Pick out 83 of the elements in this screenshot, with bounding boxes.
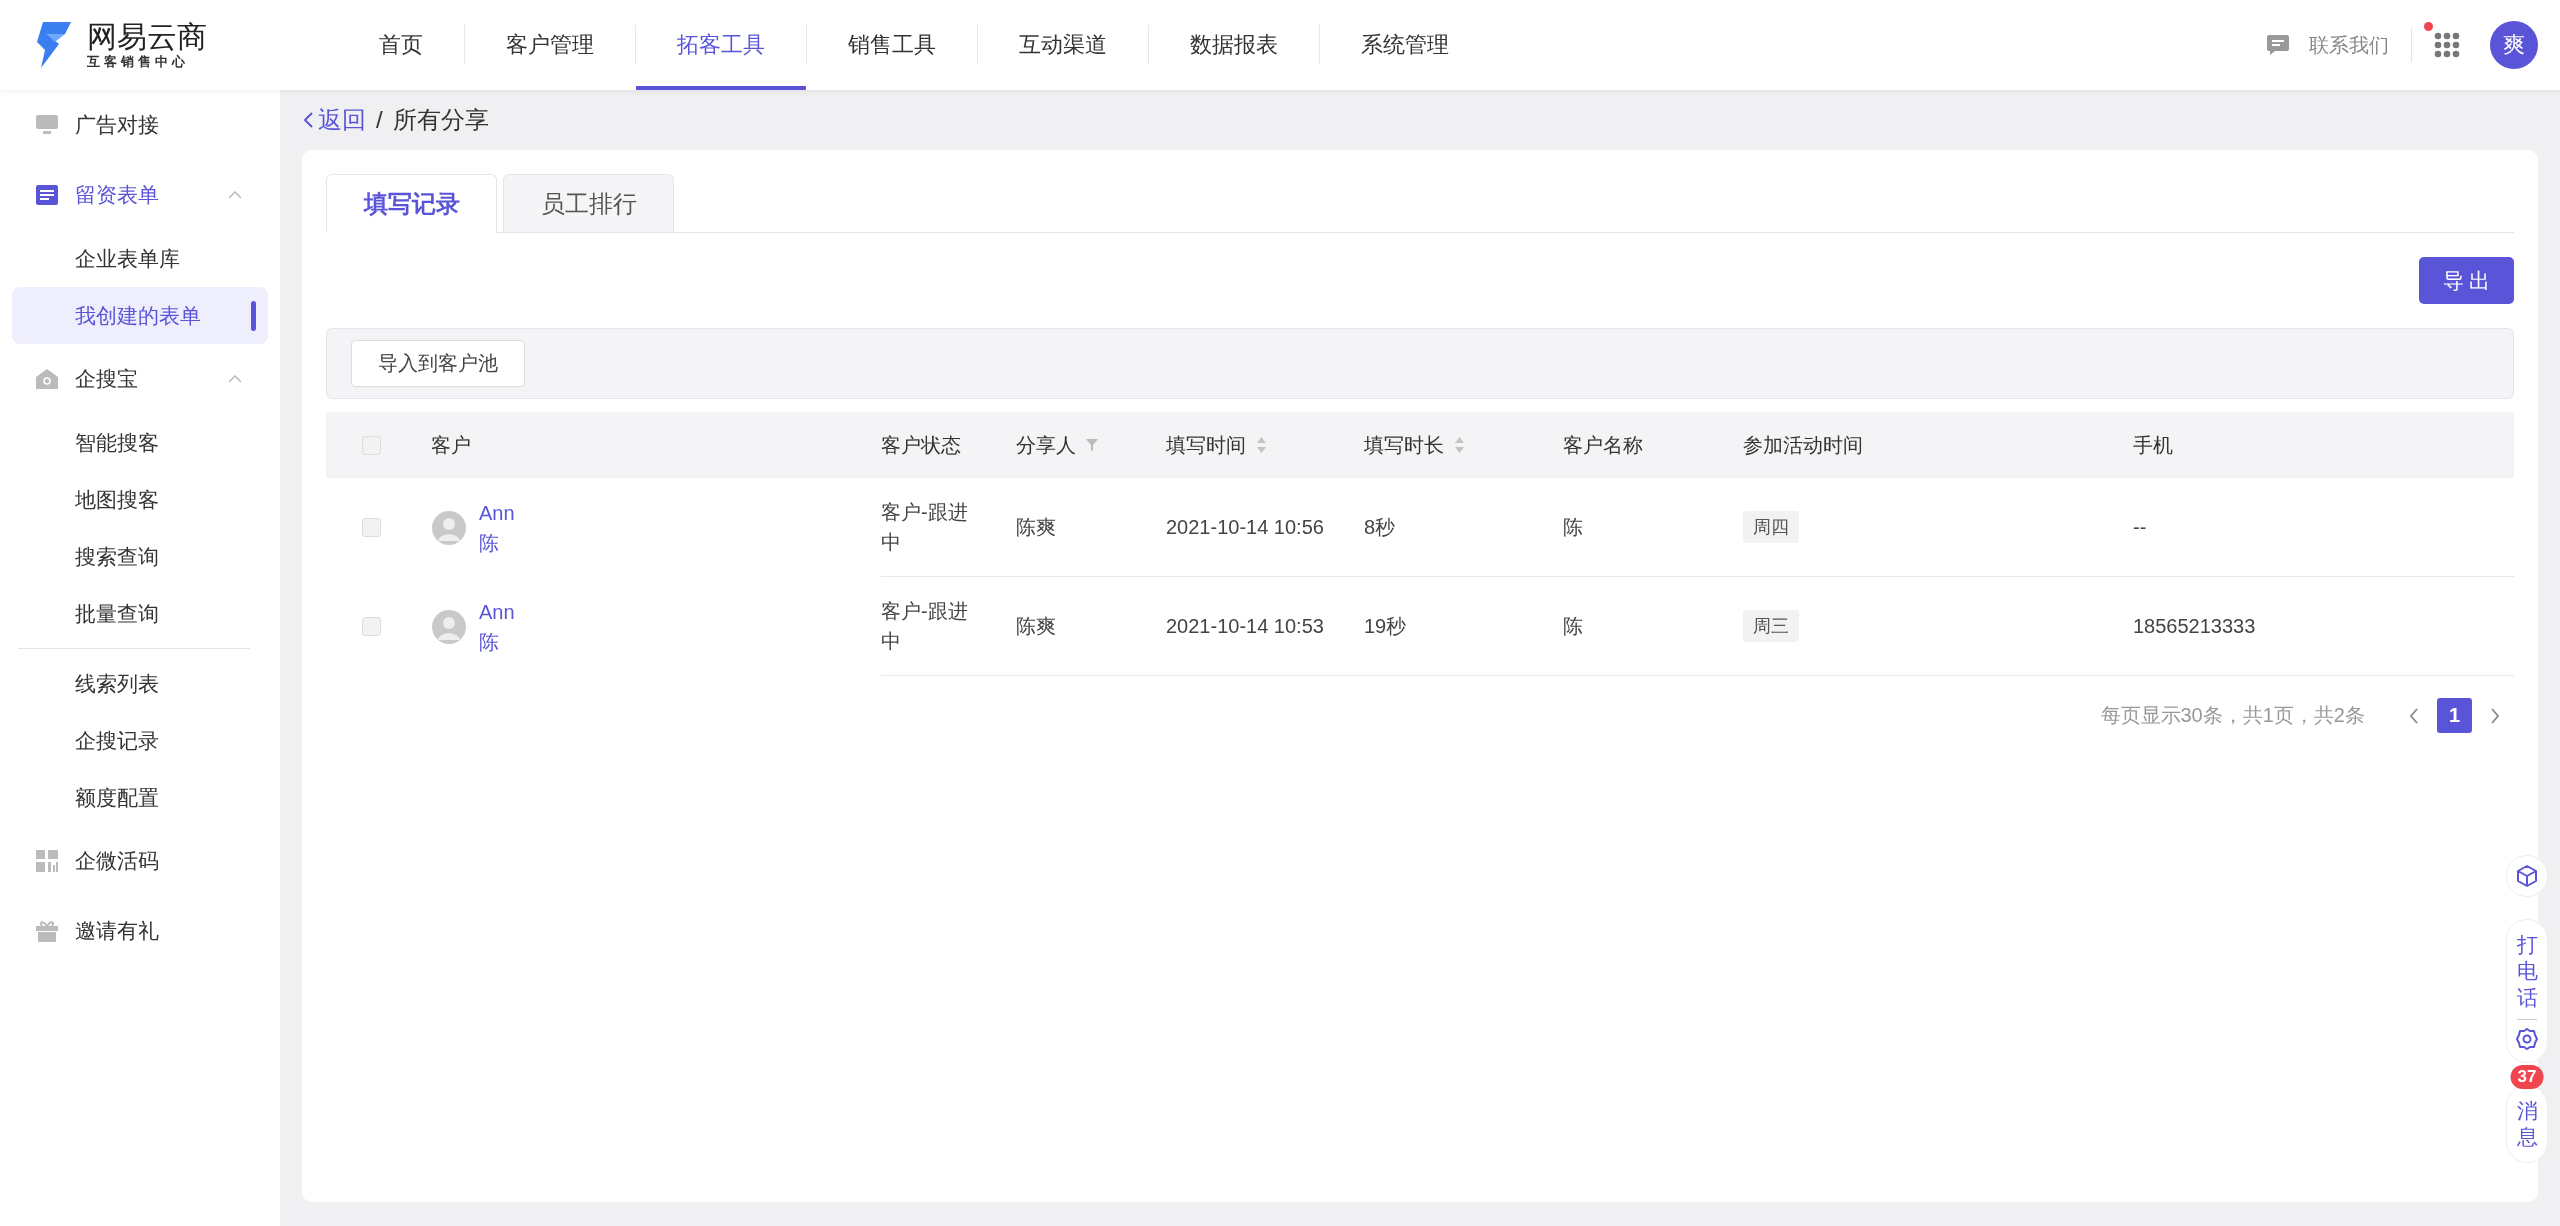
- nav-tab[interactable]: 系统管理: [1320, 0, 1490, 90]
- table-cell-text: 陈爽: [1016, 613, 1056, 639]
- pagination-summary: 每页显示30条，共1页，共2条: [2100, 703, 2365, 728]
- column-header: 客户名称: [1563, 432, 1643, 458]
- sort-icon[interactable]: [1256, 436, 1267, 454]
- breadcrumb-current: 所有分享: [392, 105, 489, 135]
- sidebar-subitem[interactable]: 批量查询: [12, 585, 268, 642]
- table-cell-text: 客户-跟进中: [881, 500, 969, 555]
- day-tag: 周三: [1743, 610, 1799, 642]
- filter-icon[interactable]: [1086, 439, 1098, 451]
- table-cell: 2021-10-14 10:56: [1166, 515, 1324, 539]
- sidebar-subitem[interactable]: 搜索查询: [12, 528, 268, 585]
- logo-subtitle: 互客销售中心: [87, 54, 190, 70]
- chevron-left-icon: [302, 111, 314, 129]
- tab[interactable]: 填写记录: [326, 174, 497, 233]
- customer-link[interactable]: 陈: [479, 626, 515, 657]
- gift-icon: [36, 920, 58, 942]
- nav-tab[interactable]: 数据报表: [1149, 0, 1319, 90]
- column-header: 参加活动时间: [1743, 432, 1863, 458]
- customer-link[interactable]: Ann: [479, 497, 515, 528]
- nav-tab[interactable]: 销售工具: [807, 0, 977, 90]
- import-button[interactable]: 导入到客户池: [351, 340, 525, 387]
- nav-tab[interactable]: 首页: [338, 0, 464, 90]
- table-cell-text: 8秒: [1364, 514, 1396, 540]
- table-cell: --: [2133, 515, 2147, 539]
- user-avatar[interactable]: 爽: [2490, 21, 2538, 69]
- avatar-icon: [431, 608, 467, 645]
- column-header: 填写时长: [1364, 432, 1444, 458]
- sidebar-item[interactable]: 企搜宝: [0, 344, 280, 414]
- sidebar-subitem[interactable]: 智能搜客: [12, 414, 268, 471]
- table-cell-text: 陈爽: [1016, 514, 1056, 540]
- contact-link[interactable]: 联系我们: [2309, 31, 2389, 59]
- cube-icon: [2517, 865, 2537, 887]
- select-all-checkbox[interactable]: [362, 435, 381, 455]
- row-checkbox[interactable]: [362, 518, 381, 537]
- day-tag: 周四: [1743, 511, 1799, 543]
- table-cell-text: 客户-跟进中: [881, 599, 969, 654]
- sidebar-item[interactable]: 广告对接: [0, 90, 280, 160]
- breadcrumb-separator: /: [376, 106, 383, 134]
- page-button[interactable]: 1: [2437, 698, 2472, 733]
- table-cell-text: 陈: [1563, 613, 1583, 639]
- row-checkbox[interactable]: [362, 617, 381, 636]
- chevron-up-icon[interactable]: [228, 191, 242, 199]
- export-button[interactable]: 导 出: [2419, 257, 2514, 304]
- house-search-icon: [36, 369, 58, 389]
- sidebar-subitem[interactable]: 我创建的表单: [12, 287, 268, 344]
- table-cell-text: 19秒: [1364, 613, 1407, 639]
- sidebar-item[interactable]: 邀请有礼: [0, 896, 280, 966]
- sort-icon[interactable]: [1454, 436, 1465, 454]
- logo-title: 网易云商: [87, 20, 207, 54]
- nav-tab[interactable]: 拓客工具: [636, 0, 806, 90]
- avatar-icon: [431, 509, 467, 546]
- document-icon: [36, 185, 58, 205]
- back-link[interactable]: 返回: [302, 104, 366, 136]
- sidebar-subitem[interactable]: 地图搜客: [12, 471, 268, 528]
- column-header: 填写时间: [1166, 432, 1246, 458]
- tab[interactable]: 员工排行: [503, 174, 674, 232]
- qr-code-icon: [36, 850, 58, 872]
- column-header: 分享人: [1016, 432, 1076, 458]
- call-button[interactable]: 打电话: [2516, 932, 2538, 1011]
- table-cell: 2021-10-14 10:53: [1166, 614, 1324, 638]
- sidebar-item[interactable]: 企微活码: [0, 826, 280, 896]
- nav-tab[interactable]: 互动渠道: [978, 0, 1148, 90]
- sidebar-subitem[interactable]: 企搜记录: [12, 712, 268, 769]
- column-header: 手机: [2133, 432, 2173, 458]
- table-cell: 18565213333: [2133, 614, 2256, 638]
- column-header: 客户: [431, 432, 471, 458]
- apps-grid-icon[interactable]: [2434, 32, 2460, 58]
- sidebar-subitem[interactable]: 额度配置: [12, 769, 268, 826]
- chat-icon[interactable]: [2267, 34, 2289, 56]
- sidebar-item[interactable]: 留资表单: [0, 160, 280, 230]
- chevron-up-icon[interactable]: [228, 375, 242, 383]
- column-header: 客户状态: [881, 432, 961, 458]
- prev-page-icon[interactable]: [2409, 707, 2419, 724]
- settings-icon[interactable]: [2516, 1027, 2538, 1050]
- customer-link[interactable]: Ann: [479, 596, 515, 627]
- table-cell-text: 陈: [1563, 514, 1583, 540]
- monitor-icon: [36, 115, 58, 135]
- next-page-icon[interactable]: [2490, 707, 2500, 724]
- nav-tab[interactable]: 客户管理: [465, 0, 635, 90]
- sidebar-subitem[interactable]: 线索列表: [12, 655, 268, 712]
- customer-link[interactable]: 陈: [479, 527, 515, 558]
- sidebar-subitem[interactable]: 企业表单库: [12, 230, 268, 287]
